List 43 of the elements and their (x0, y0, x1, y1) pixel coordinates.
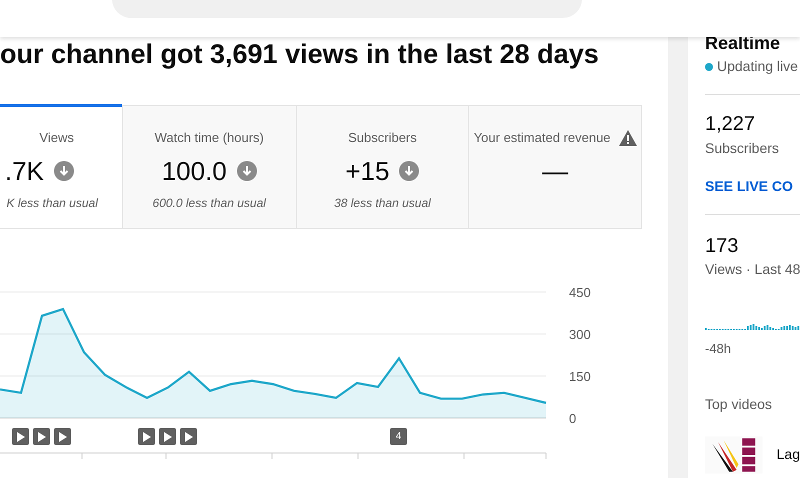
views-count: 173 (705, 234, 740, 258)
play-icon (163, 432, 172, 442)
video-marker[interactable] (12, 428, 29, 445)
metric-tab[interactable]: Your estimated revenue — (468, 106, 641, 228)
metric-label: Subscribers (348, 129, 417, 147)
status-text: Updating live (717, 57, 798, 76)
y-tick-label: 450 (569, 285, 591, 300)
metric-tab[interactable]: Watch time (hours) 100.0 600.0 less than usual (122, 106, 296, 228)
play-icon (37, 432, 46, 442)
metric-note: K less than usual (6, 194, 98, 212)
play-icon (184, 432, 193, 442)
axis-label: -48h (705, 340, 732, 358)
metric-value: 100.0 (162, 154, 227, 188)
subscribers-label: Subscribers (705, 139, 780, 158)
video-marker[interactable] (138, 428, 155, 445)
subscriber-count: 1,227 (705, 112, 756, 136)
y-tick-label: 150 (569, 369, 591, 384)
views-label: Views · Last 48 (705, 260, 800, 279)
y-tick-label: 0 (569, 411, 576, 426)
metric-note: 600.0 less than usual (152, 194, 266, 212)
metric-label: Watch time (hours) (154, 129, 264, 147)
headline: our channel got 3,691 views in the last 28 days (0, 38, 600, 70)
video-marker[interactable] (159, 428, 176, 445)
play-icon (16, 432, 25, 442)
live-count-link[interactable]: SEE LIVE CO (705, 176, 800, 197)
metric-label: Views (39, 129, 74, 147)
metric-value: .7K (4, 154, 44, 188)
metric-note: 38 less than usual (334, 194, 431, 212)
metric-tab[interactable]: Subscribers +15 38 less than usual (296, 106, 468, 228)
video-title[interactable]: Lag (776, 444, 800, 465)
metric-label: Your estimated revenue (474, 129, 611, 147)
video-marker[interactable] (33, 428, 50, 445)
y-tick-label: 300 (569, 327, 591, 342)
metric-value: +15 (345, 154, 390, 188)
section-title: Top videos (705, 394, 773, 414)
metric-value: — (542, 154, 568, 188)
play-icon (142, 432, 151, 442)
play-icon (58, 432, 67, 442)
video-marker[interactable] (180, 428, 197, 445)
panel-title: Realtime (705, 33, 782, 53)
warning-icon (618, 130, 637, 146)
video-marker[interactable] (54, 428, 71, 445)
video-count-marker[interactable]: 4 (390, 428, 407, 445)
